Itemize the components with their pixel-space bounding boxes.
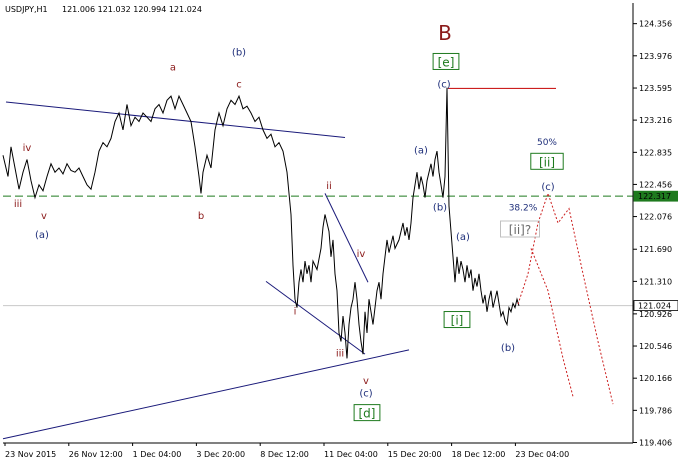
wave-label-5: a bbox=[170, 63, 176, 74]
wave-label-24: [ii] bbox=[539, 155, 555, 169]
wave-label-15: v bbox=[363, 376, 369, 387]
y-tick-label-3: 123.216 bbox=[639, 116, 672, 125]
y-tick-label-7: 121.690 bbox=[639, 245, 672, 254]
x-tick-label-7: 18 Dec 12:00 bbox=[452, 450, 506, 459]
wave-label-14: iii bbox=[336, 349, 344, 360]
x-tick-label-3: 3 Dec 20:00 bbox=[196, 450, 245, 459]
symbol-label: USDJPY,H1 bbox=[5, 5, 48, 14]
x-tick-label-4: 8 Dec 12:00 bbox=[260, 450, 309, 459]
wave-label-17: [d] bbox=[359, 407, 376, 421]
wave-label-20: (a) bbox=[456, 232, 470, 243]
x-tick-label-8: 23 Dec 04:00 bbox=[515, 450, 569, 459]
y-tick-label-0: 124.356 bbox=[639, 20, 672, 29]
chart-header: USDJPY,H1 121.006 121.032 120.994 121.02… bbox=[5, 5, 202, 14]
price-chart[interactable]: B[e](c)(b)caiviiiv(a)biiiviiiiv(c)[d](a)… bbox=[0, 0, 678, 466]
y-tick-label-5: 122.456 bbox=[639, 180, 672, 189]
wave-label-11: ii bbox=[326, 181, 332, 192]
wave-label-18: (a) bbox=[414, 146, 428, 157]
y-tick-label-1: 123.976 bbox=[639, 52, 672, 61]
price-tag-label-1: 121.024 bbox=[638, 302, 671, 311]
wave-label-10: b bbox=[198, 211, 204, 222]
chart-background bbox=[0, 0, 678, 466]
wave-label-13: i bbox=[294, 306, 297, 317]
y-tick-label-6: 122.076 bbox=[639, 213, 672, 222]
wave-label-2: (c) bbox=[437, 80, 450, 91]
wave-label-19: (b) bbox=[433, 202, 447, 213]
wave-label-6: iv bbox=[23, 143, 32, 154]
wave-label-9: (a) bbox=[35, 230, 49, 241]
y-tick-label-2: 123.595 bbox=[639, 84, 672, 93]
y-tick-label-4: 122.835 bbox=[639, 148, 672, 157]
wave-label-0: B bbox=[438, 21, 452, 45]
price-tag-label-0: 122.317 bbox=[638, 192, 671, 201]
x-tick-label-2: 1 Dec 04:00 bbox=[133, 450, 182, 459]
y-tick-label-10: 120.546 bbox=[639, 342, 672, 351]
wave-label-22: (b) bbox=[501, 343, 515, 354]
x-tick-label-6: 15 Dec 20:00 bbox=[388, 450, 442, 459]
wave-label-12: iv bbox=[357, 249, 366, 260]
wave-label-3: (b) bbox=[232, 47, 246, 58]
y-tick-label-12: 119.786 bbox=[639, 406, 672, 415]
y-tick-label-8: 121.310 bbox=[639, 277, 672, 286]
y-tick-label-13: 119.406 bbox=[639, 438, 672, 447]
x-tick-label-5: 11 Dec 04:00 bbox=[324, 450, 378, 459]
ohlc-label: 121.006 121.032 120.994 121.024 bbox=[62, 5, 202, 14]
wave-label-26: 38.2% bbox=[509, 203, 538, 213]
y-tick-label-9: 120.926 bbox=[639, 310, 672, 319]
y-tick-label-11: 120.166 bbox=[639, 374, 672, 383]
wave-label-4: c bbox=[236, 80, 242, 91]
wave-label-8: v bbox=[41, 211, 47, 222]
chart-root: B [e] (c) (b) c a iv iii v (a) b ii iv i iii v (c) [d] (a)… bbox=[0, 0, 678, 466]
wave-label-21: [i] bbox=[451, 314, 464, 328]
x-tick-label-0: 23 Nov 2015 bbox=[5, 450, 56, 459]
wave-label-1: [e] bbox=[438, 55, 455, 69]
wave-label-27: [ii]? bbox=[509, 223, 531, 237]
wave-label-16: (c) bbox=[359, 388, 372, 399]
x-tick-label-1: 26 Nov 12:00 bbox=[69, 450, 123, 459]
wave-label-23: 50% bbox=[537, 138, 557, 148]
wave-label-25: (c) bbox=[541, 182, 554, 193]
wave-label-7: iii bbox=[14, 199, 22, 210]
